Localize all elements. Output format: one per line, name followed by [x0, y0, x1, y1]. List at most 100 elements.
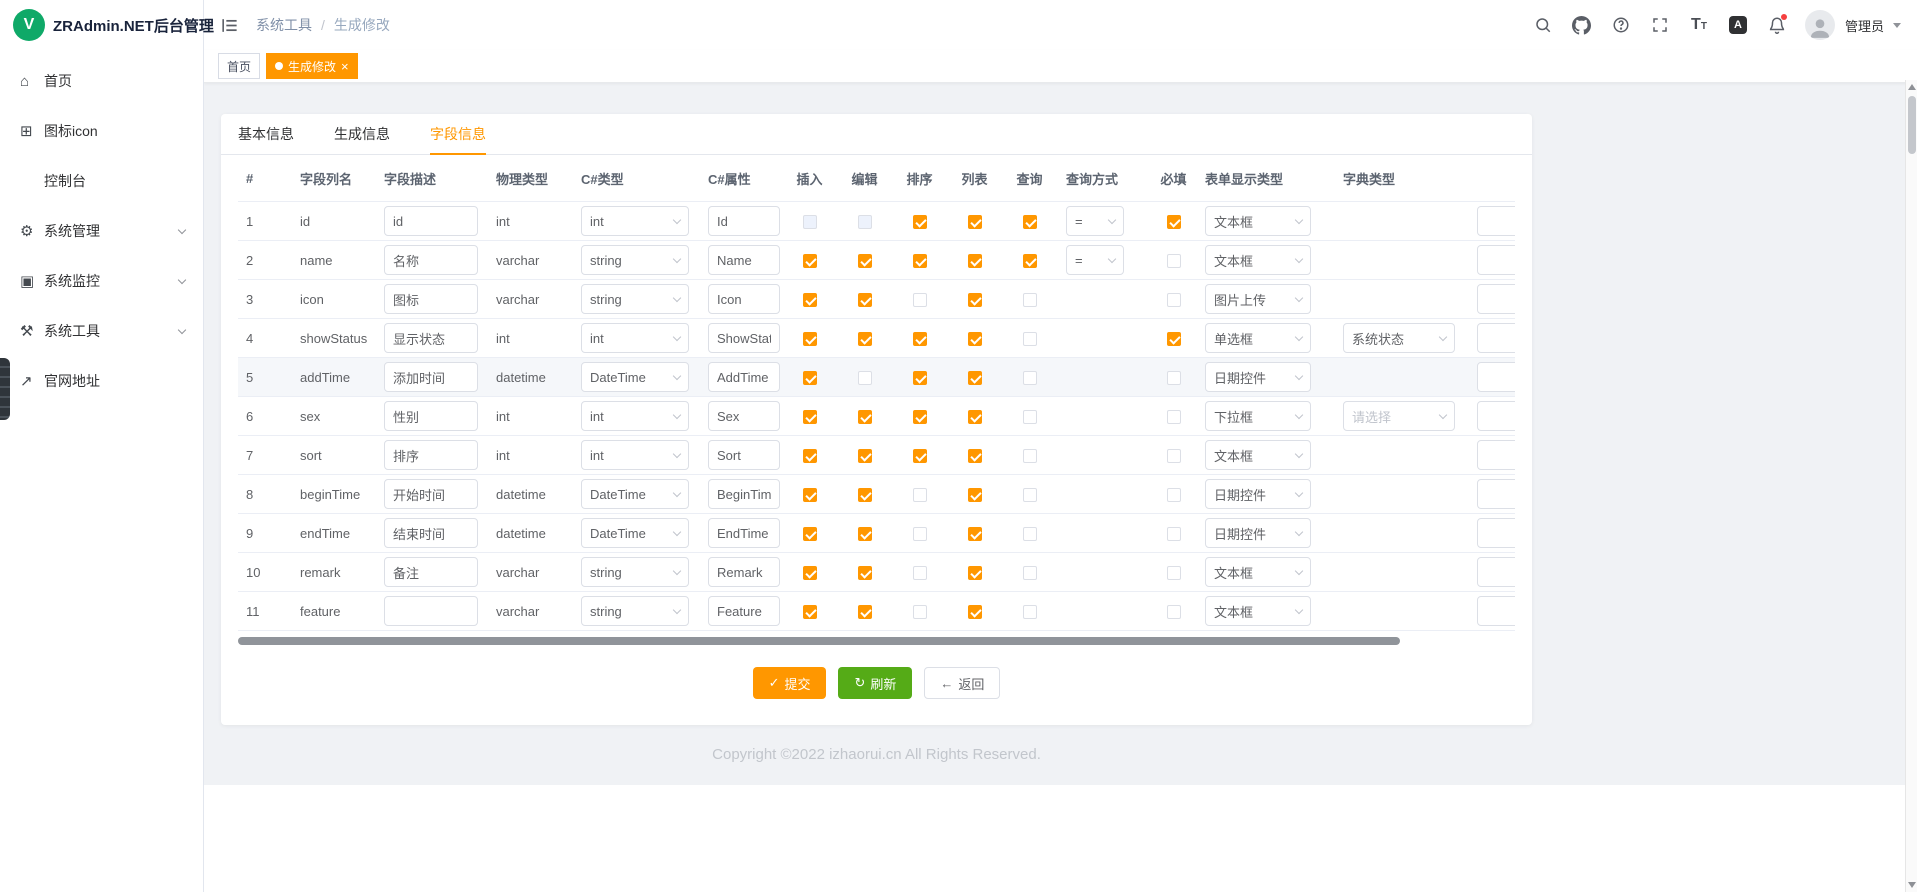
sidebar-item-system-monitor[interactable]: ▣系统监控 [0, 256, 203, 306]
query-checkbox[interactable] [1023, 527, 1037, 541]
field-description-input[interactable] [384, 557, 478, 587]
help-icon[interactable] [1610, 14, 1632, 36]
close-icon[interactable]: × [341, 60, 349, 73]
tab-basic[interactable]: 基本信息 [238, 114, 294, 154]
csharp-type-select[interactable]: DateTime [581, 362, 689, 392]
field-description-input[interactable] [384, 245, 478, 275]
csharp-property-input[interactable] [708, 323, 780, 353]
query-checkbox[interactable] [1023, 566, 1037, 580]
tag-gen-edit[interactable]: 生成修改× [266, 53, 358, 79]
sort-checkbox[interactable] [913, 215, 927, 229]
sort-checkbox[interactable] [913, 527, 927, 541]
insert-checkbox[interactable] [803, 371, 817, 385]
scroll-up-arrow[interactable] [1908, 84, 1916, 90]
insert-checkbox[interactable] [803, 527, 817, 541]
github-icon[interactable] [1571, 14, 1593, 36]
csharp-property-input[interactable] [708, 479, 780, 509]
field-description-input[interactable] [384, 440, 478, 470]
csharp-property-input[interactable] [708, 401, 780, 431]
sort-checkbox[interactable] [913, 605, 927, 619]
edit-checkbox[interactable] [858, 332, 872, 346]
back-button[interactable]: ← 返回 [924, 667, 1000, 699]
sidebar-item-system-admin[interactable]: ⚙系统管理 [0, 206, 203, 256]
required-checkbox[interactable] [1167, 254, 1181, 268]
required-checkbox[interactable] [1167, 605, 1181, 619]
list-checkbox[interactable] [968, 566, 982, 580]
required-checkbox[interactable] [1167, 293, 1181, 307]
field-description-input[interactable] [384, 479, 478, 509]
sidebar-item-system-tools[interactable]: ⚒系统工具 [0, 306, 203, 356]
insert-checkbox[interactable] [803, 215, 817, 229]
sort-checkbox[interactable] [913, 410, 927, 424]
query-type-select[interactable]: = [1066, 206, 1124, 236]
language-icon[interactable]: A [1727, 14, 1749, 36]
extra-field-input[interactable] [1477, 284, 1515, 314]
required-checkbox[interactable] [1167, 215, 1181, 229]
query-checkbox[interactable] [1023, 254, 1037, 268]
list-checkbox[interactable] [968, 488, 982, 502]
query-checkbox[interactable] [1023, 410, 1037, 424]
insert-checkbox[interactable] [803, 449, 817, 463]
edit-checkbox[interactable] [858, 293, 872, 307]
horizontal-scrollbar-thumb[interactable] [238, 637, 1400, 645]
csharp-property-input[interactable] [708, 362, 780, 392]
list-checkbox[interactable] [968, 410, 982, 424]
csharp-property-input[interactable] [708, 206, 780, 236]
csharp-property-input[interactable] [708, 440, 780, 470]
bell-icon[interactable] [1766, 14, 1788, 36]
csharp-type-select[interactable]: string [581, 596, 689, 626]
sidebar-item-console[interactable]: 控制台 [0, 156, 203, 206]
list-checkbox[interactable] [968, 293, 982, 307]
query-checkbox[interactable] [1023, 449, 1037, 463]
breadcrumb-item[interactable]: 系统工具 [256, 15, 312, 35]
search-icon[interactable] [1532, 14, 1554, 36]
insert-checkbox[interactable] [803, 410, 817, 424]
csharp-property-input[interactable] [708, 245, 780, 275]
csharp-property-input[interactable] [708, 596, 780, 626]
display-type-select[interactable]: 单选框 [1205, 323, 1311, 353]
edit-checkbox[interactable] [858, 215, 872, 229]
dict-type-select[interactable]: 系统状态 [1343, 323, 1455, 353]
tag-home[interactable]: 首页 [218, 53, 260, 79]
insert-checkbox[interactable] [803, 566, 817, 580]
edit-checkbox[interactable] [858, 527, 872, 541]
display-type-select[interactable]: 文本框 [1205, 557, 1311, 587]
sidebar-item-site-url[interactable]: ↗官网地址 [0, 356, 203, 406]
field-description-input[interactable] [384, 401, 478, 431]
field-description-input[interactable] [384, 323, 478, 353]
extra-field-input[interactable] [1477, 479, 1515, 509]
list-checkbox[interactable] [968, 605, 982, 619]
edit-checkbox[interactable] [858, 488, 872, 502]
edit-checkbox[interactable] [858, 371, 872, 385]
csharp-type-select[interactable]: int [581, 323, 689, 353]
csharp-property-input[interactable] [708, 284, 780, 314]
query-checkbox[interactable] [1023, 215, 1037, 229]
insert-checkbox[interactable] [803, 293, 817, 307]
list-checkbox[interactable] [968, 254, 982, 268]
list-checkbox[interactable] [968, 215, 982, 229]
insert-checkbox[interactable] [803, 488, 817, 502]
csharp-type-select[interactable]: string [581, 557, 689, 587]
sort-checkbox[interactable] [913, 293, 927, 307]
required-checkbox[interactable] [1167, 449, 1181, 463]
sort-checkbox[interactable] [913, 566, 927, 580]
csharp-type-select[interactable]: int [581, 440, 689, 470]
dict-type-select[interactable]: 请选择 [1343, 401, 1455, 431]
extra-field-input[interactable] [1477, 323, 1515, 353]
user-name[interactable]: 管理员 [1845, 16, 1884, 35]
edit-checkbox[interactable] [858, 566, 872, 580]
field-description-input[interactable] [384, 362, 478, 392]
extra-field-input[interactable] [1477, 518, 1515, 548]
query-checkbox[interactable] [1023, 332, 1037, 346]
font-size-icon[interactable]: TT [1688, 14, 1710, 36]
csharp-type-select[interactable]: int [581, 401, 689, 431]
csharp-property-input[interactable] [708, 557, 780, 587]
extra-field-input[interactable] [1477, 596, 1515, 626]
vertical-scrollbar-thumb[interactable] [1908, 96, 1916, 154]
field-description-input[interactable] [384, 284, 478, 314]
display-type-select[interactable]: 日期控件 [1205, 479, 1311, 509]
sidebar-item-icons[interactable]: ⊞图标icon [0, 106, 203, 156]
app-logo[interactable]: V ZRAdmin.NET后台管理 [0, 0, 203, 50]
csharp-type-select[interactable]: string [581, 245, 689, 275]
submit-button[interactable]: ✓ 提交 [753, 667, 827, 699]
